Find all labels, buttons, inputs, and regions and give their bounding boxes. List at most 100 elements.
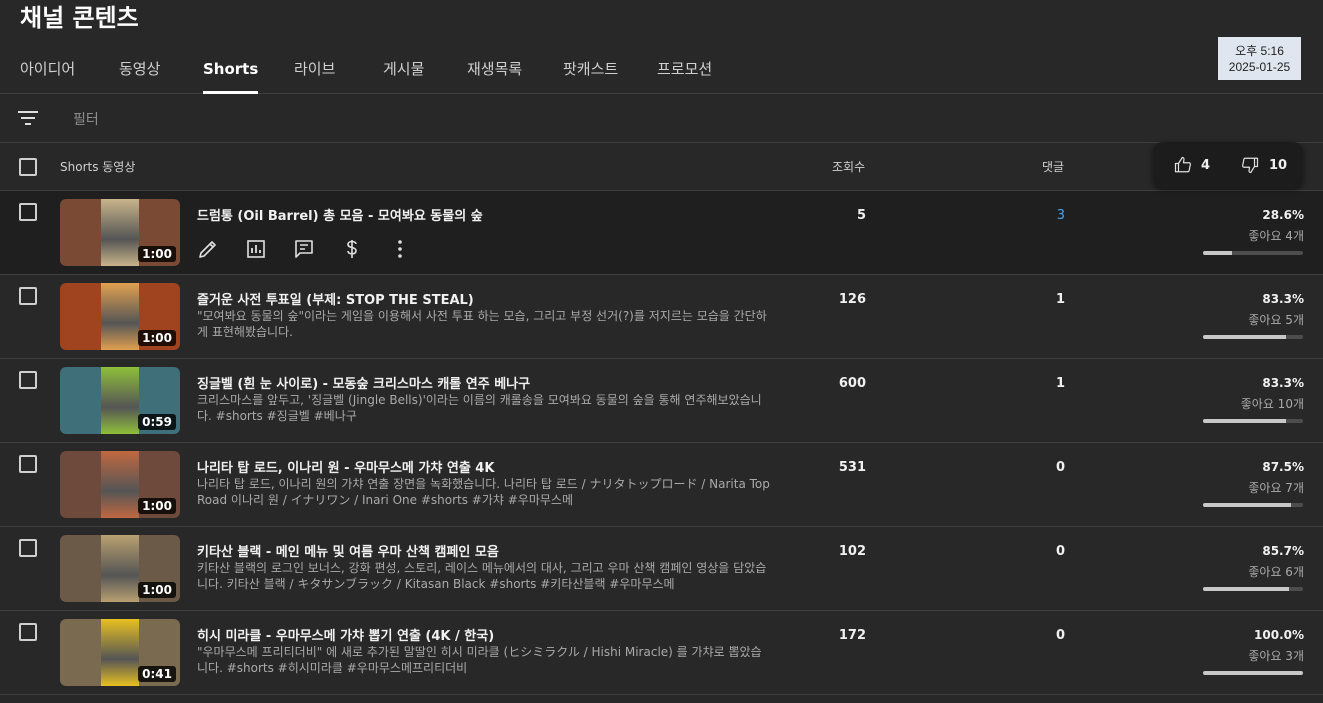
row-checkbox[interactable] (19, 203, 37, 221)
filter-input[interactable]: 필터 (73, 109, 99, 129)
like-count: 좋아요 10개 (1240, 397, 1304, 411)
video-description: 나리타 탑 로드, 이나리 원의 가챠 연출 장면을 녹화했습니다. 나리타 탑… (197, 477, 770, 507)
thumbnail-frame (101, 199, 139, 266)
video-title[interactable]: 나리타 탑 로드, 이나리 원 - 우마무스메 가챠 연출 4K (197, 457, 494, 476)
tooltip-dislike-count: 10 (1269, 158, 1288, 173)
like-percentage: 87.5% (1262, 460, 1304, 474)
thumbnail-frame (101, 451, 139, 518)
video-description: "모여봐요 동물의 숲"이라는 게임을 이용해서 사전 투표 하는 모습, 그리… (197, 309, 767, 339)
comment-count: 1 (1055, 376, 1065, 391)
like-ratio-fill (1203, 671, 1303, 675)
video-title[interactable]: 키타산 블랙 - 메인 메뉴 및 여름 우마 산책 캠페인 모음 (197, 541, 499, 560)
more-icon[interactable] (388, 237, 412, 261)
row-checkbox[interactable] (19, 371, 37, 389)
video-title[interactable]: 즐거운 사전 투표일 (부제: STOP THE STEAL) (197, 289, 474, 308)
table-row[interactable]: 1:00 드럼통 (Oil Barrel) 총 모음 - 모여봐요 동물의 숲 5 3… (0, 191, 1323, 275)
rating-tooltip: 4 10 (1153, 142, 1303, 188)
like-ratio-fill (1203, 587, 1289, 591)
video-description: 키타산 블랙의 로그인 보너스, 강화 편성, 스토리, 레이스 메뉴에서의 대… (197, 561, 767, 591)
like-count: 좋아요 4개 (1248, 229, 1304, 243)
view-count: 172 (838, 628, 866, 643)
monetization-icon[interactable] (340, 237, 364, 261)
thumbnail-frame (101, 283, 139, 350)
row-checkbox[interactable] (19, 539, 37, 557)
like-ratio-fill (1203, 251, 1232, 255)
video-title[interactable]: 징글벨 (흰 눈 사이로) - 모동숲 크리스마스 캐롤 연주 베나구 (197, 373, 530, 392)
video-duration: 1:00 (138, 582, 176, 598)
like-ratio-bar (1203, 671, 1303, 675)
comment-count: 0 (1055, 544, 1065, 559)
tab-playlists[interactable]: 재생목록 (467, 52, 522, 94)
video-duration: 1:00 (138, 246, 176, 262)
view-count: 600 (838, 376, 866, 391)
table-row[interactable]: 0:59 징글벨 (흰 눈 사이로) - 모동숲 크리스마스 캐롤 연주 베나구 크… (0, 359, 1323, 443)
video-title[interactable]: 드럼통 (Oil Barrel) 총 모음 - 모여봐요 동물의 숲 (197, 205, 483, 224)
tab-live[interactable]: 라이브 (294, 52, 335, 94)
video-duration: 0:41 (138, 666, 176, 682)
thumbnail-frame (101, 535, 139, 602)
like-ratio-bar (1203, 335, 1303, 339)
thumbnail-frame (101, 367, 139, 434)
like-percentage: 83.3% (1262, 376, 1304, 390)
video-duration: 1:00 (138, 498, 176, 514)
video-duration: 1:00 (138, 330, 176, 346)
row-checkbox[interactable] (19, 455, 37, 473)
tab-podcasts[interactable]: 팟캐스트 (563, 52, 618, 94)
video-title[interactable]: 히시 미라클 - 우마무스메 가챠 뽑기 연출 (4K / 한국) (197, 625, 494, 644)
like-count: 좋아요 5개 (1248, 313, 1304, 327)
like-count: 좋아요 7개 (1248, 481, 1304, 495)
thumbnail-frame (101, 619, 139, 686)
comment-count: 1 (1055, 292, 1065, 307)
row-checkbox[interactable] (19, 623, 37, 641)
tab-shorts[interactable]: Shorts (203, 52, 259, 94)
analytics-icon[interactable] (244, 237, 268, 261)
table-row[interactable]: 1:00 나리타 탑 로드, 이나리 원 - 우마무스메 가챠 연출 4K 나리타 … (0, 443, 1323, 527)
row-checkbox[interactable] (19, 287, 37, 305)
select-all-checkbox[interactable] (19, 158, 37, 176)
like-ratio-bar (1203, 503, 1303, 507)
thumbs-up-icon (1174, 156, 1191, 173)
table-row[interactable]: 0:41 히시 미라클 - 우마무스메 가챠 뽑기 연출 (4K / 한국) "우마… (0, 611, 1323, 695)
like-count: 좋아요 6개 (1248, 565, 1304, 579)
edit-icon[interactable] (196, 237, 220, 261)
view-count: 531 (838, 460, 866, 475)
table-row[interactable]: 1:00 즐거운 사전 투표일 (부제: STOP THE STEAL) "모여봐요… (0, 275, 1323, 359)
comment-count: 0 (1055, 460, 1065, 475)
view-count: 126 (838, 292, 866, 307)
video-description: 크리스마스를 앞두고, '징글벨 (Jingle Bells)'이라는 이름의 … (197, 393, 762, 423)
header-views[interactable]: 조회수 (832, 158, 865, 175)
filter-icon[interactable] (18, 110, 38, 126)
tooltip-like-count: 4 (1201, 158, 1211, 173)
view-count: 102 (838, 544, 866, 559)
tab-ideas[interactable]: 아이디어 (20, 52, 75, 94)
like-ratio-bar (1203, 419, 1303, 423)
like-ratio-fill (1203, 335, 1287, 339)
video-thumbnail[interactable]: 1:00 (60, 451, 180, 518)
like-percentage: 83.3% (1262, 292, 1304, 306)
video-thumbnail[interactable]: 1:00 (60, 199, 180, 266)
like-percentage: 100.0% (1254, 628, 1304, 642)
like-ratio-fill (1203, 419, 1287, 423)
video-thumbnail[interactable]: 1:00 (60, 535, 180, 602)
like-ratio-bar (1203, 251, 1303, 255)
comment-count[interactable]: 3 (1057, 208, 1065, 223)
comment-count: 0 (1055, 628, 1065, 643)
like-percentage: 85.7% (1262, 544, 1304, 558)
like-ratio-fill (1203, 503, 1291, 507)
table-row[interactable]: 1:00 키타산 블랙 - 메인 메뉴 및 여름 우마 산책 캠페인 모음 키타산 … (0, 527, 1323, 611)
view-count: 5 (856, 208, 866, 223)
like-percentage: 28.6% (1262, 208, 1304, 222)
tab-videos[interactable]: 동영상 (119, 52, 160, 94)
video-thumbnail[interactable]: 1:00 (60, 283, 180, 350)
header-video[interactable]: Shorts 동영상 (60, 158, 135, 175)
video-thumbnail[interactable]: 0:41 (60, 619, 180, 686)
header-comments[interactable]: 댓글 (1042, 158, 1064, 175)
page-title: 채널 콘텐츠 (20, 4, 139, 32)
content-tabs: 아이디어 동영상 Shorts 라이브 게시물 재생목록 팟캐스트 프로모션 (0, 52, 1323, 94)
tab-promotions[interactable]: 프로모션 (657, 52, 712, 94)
tab-posts[interactable]: 게시물 (383, 52, 424, 94)
video-description: "우마무스메 프리티더비" 에 새로 추가된 말딸인 히시 미라클 (ヒシミラク… (197, 645, 762, 675)
video-duration: 0:59 (138, 414, 176, 430)
video-thumbnail[interactable]: 0:59 (60, 367, 180, 434)
comments-icon[interactable] (292, 237, 316, 261)
